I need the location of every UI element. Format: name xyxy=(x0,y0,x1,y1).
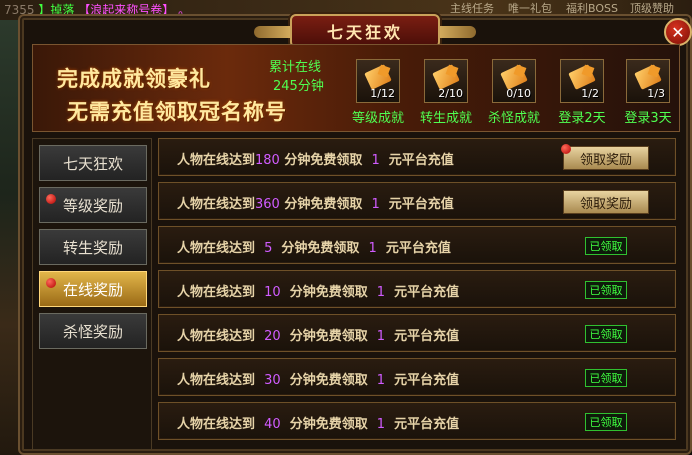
reward-row: 人物在线达到180 分钟免费领取 1 元平台充值 领取奖励 xyxy=(158,138,676,176)
achievement-rebirth[interactable]: 2/10 转生成就 xyxy=(415,59,477,131)
notification-dot-icon xyxy=(46,278,56,288)
title-wing-right xyxy=(440,26,476,38)
reward-description: 人物在线达到 10 分钟免费领取 1 元平台充值 xyxy=(177,285,460,300)
reward-row: 人物在线达到 5 分钟免费领取 1 元平台充值 已领取 xyxy=(158,226,676,264)
reward-minutes: 30 xyxy=(264,373,281,388)
gift-icon: 1/12 xyxy=(356,59,400,103)
reward-description: 人物在线达到180 分钟免费领取 1 元平台充值 xyxy=(177,153,454,168)
gift-icon: 0/10 xyxy=(492,59,536,103)
reward-row: 人物在线达到 10 分钟免费领取 1 元平台充值 已领取 xyxy=(158,270,676,308)
reward-amount: 1 xyxy=(376,417,386,432)
nav-item-label: 杀怪奖励 xyxy=(62,322,123,341)
reward-minutes: 20 xyxy=(264,329,281,344)
seven-day-carnival-window: 七天狂欢 ✕ 完成成就领豪礼 无需充值领取冠名称号 累计在线 245分钟 1/1… xyxy=(18,14,692,455)
nav-item-label: 等级奖励 xyxy=(62,196,123,215)
gift-icon: 1/3 xyxy=(626,59,670,103)
reward-minutes: 360 xyxy=(255,197,280,212)
reward-amount: 1 xyxy=(376,373,386,388)
achievement-count: 1/2 xyxy=(581,87,599,100)
gift-icon: 2/10 xyxy=(424,59,468,103)
reward-amount: 1 xyxy=(371,153,380,168)
reward-description: 人物在线达到 40 分钟免费领取 1 元平台充值 xyxy=(177,417,460,432)
reward-amount: 1 xyxy=(376,285,386,300)
claimed-badge: 已领取 xyxy=(585,325,627,343)
claimed-badge: 已领取 xyxy=(585,413,627,431)
promo-banner: 完成成就领豪礼 无需充值领取冠名称号 累计在线 245分钟 1/12 等级成就 … xyxy=(32,44,680,132)
reward-amount: 1 xyxy=(368,241,377,256)
title-plate: 七天狂欢 xyxy=(254,14,476,48)
reward-row: 人物在线达到 20 分钟免费领取 1 元平台充值 已领取 xyxy=(158,314,676,352)
title-wing-left xyxy=(254,26,290,38)
claimed-badge: 已领取 xyxy=(585,281,627,299)
notification-dot-icon xyxy=(561,144,571,154)
online-reward-list[interactable]: 人物在线达到180 分钟免费领取 1 元平台充值 领取奖励 人物在线达到360 … xyxy=(158,138,680,450)
reward-minutes: 180 xyxy=(255,153,280,168)
gift-icon: 1/2 xyxy=(560,59,604,103)
reward-minutes: 10 xyxy=(264,285,281,300)
nav-item-rebirth-reward[interactable]: 转生奖励 xyxy=(39,229,147,265)
banner-subheadline: 无需充值领取冠名称号 xyxy=(67,100,287,124)
reward-description: 人物在线达到 20 分钟免费领取 1 元平台充值 xyxy=(177,329,460,344)
reward-amount: 1 xyxy=(371,197,380,212)
achievement-label: 登录3天 xyxy=(624,111,672,126)
claimed-badge: 已领取 xyxy=(585,369,627,387)
nav-item-online-reward[interactable]: 在线奖励 xyxy=(39,271,147,307)
nav-item-label: 在线奖励 xyxy=(62,280,123,299)
nav-item-kill-reward[interactable]: 杀怪奖励 xyxy=(39,313,147,349)
achievement-count: 2/10 xyxy=(438,87,463,100)
achievement-label: 杀怪成就 xyxy=(487,111,540,126)
achievement-count: 1/12 xyxy=(370,87,395,100)
reward-description: 人物在线达到 30 分钟免费领取 1 元平台充值 xyxy=(177,373,460,388)
notification-dot-icon xyxy=(46,194,56,204)
claimed-badge: 已领取 xyxy=(585,237,627,255)
achievement-label: 转生成就 xyxy=(419,111,472,126)
achievement-count: 1/3 xyxy=(647,87,665,100)
nav-item-level-reward[interactable]: 等级奖励 xyxy=(39,187,147,223)
achievement-login-2[interactable]: 1/2 登录2天 xyxy=(551,59,613,131)
nav-item-seven-day[interactable]: 七天狂欢 xyxy=(39,145,147,181)
reward-minutes: 40 xyxy=(264,417,281,432)
nav-item-label: 七天狂欢 xyxy=(62,154,123,173)
reward-row: 人物在线达到360 分钟免费领取 1 元平台充值 领取奖励 xyxy=(158,182,676,220)
reward-description: 人物在线达到 5 分钟免费领取 1 元平台充值 xyxy=(177,241,451,256)
claim-reward-button[interactable]: 领取奖励 xyxy=(563,146,649,170)
reward-amount: 1 xyxy=(376,329,386,344)
reward-minutes: 5 xyxy=(264,241,273,256)
banner-headline: 完成成就领豪礼 xyxy=(57,67,211,91)
achievement-kill[interactable]: 0/10 杀怪成就 xyxy=(483,59,545,131)
online-time-value: 245分钟 xyxy=(273,79,324,94)
claim-reward-button[interactable]: 领取奖励 xyxy=(563,190,649,214)
achievement-label: 登录2天 xyxy=(558,111,606,126)
close-button[interactable]: ✕ xyxy=(664,18,692,46)
reward-row: 人物在线达到 40 分钟免费领取 1 元平台充值 已领取 xyxy=(158,402,676,440)
nav-item-label: 转生奖励 xyxy=(62,238,123,257)
achievement-label: 等级成就 xyxy=(351,111,404,126)
close-icon: ✕ xyxy=(671,22,685,42)
achievement-level[interactable]: 1/12 等级成就 xyxy=(347,59,409,131)
online-time-label: 累计在线 xyxy=(269,60,322,75)
reward-description: 人物在线达到360 分钟免费领取 1 元平台充值 xyxy=(177,197,454,212)
achievement-login-3[interactable]: 1/3 登录3天 xyxy=(617,59,679,131)
window-title: 七天狂欢 xyxy=(326,23,403,42)
reward-category-nav: 七天狂欢 等级奖励 转生奖励 在线奖励 杀怪奖励 xyxy=(32,138,152,450)
achievement-count: 0/10 xyxy=(506,87,531,100)
reward-row: 人物在线达到 30 分钟免费领取 1 元平台充值 已领取 xyxy=(158,358,676,396)
